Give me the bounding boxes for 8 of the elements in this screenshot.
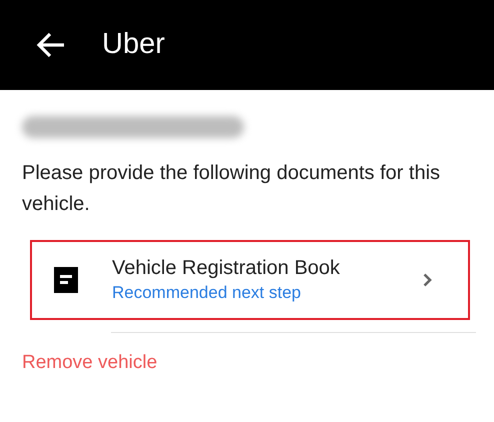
- document-title: Vehicle Registration Book: [112, 256, 341, 281]
- chevron-right-icon: [423, 273, 432, 287]
- app-title: Uber: [102, 27, 165, 62]
- document-item[interactable]: Vehicle Registration Book Recommended next step: [30, 240, 470, 320]
- document-status: Recommended next step: [112, 282, 302, 304]
- back-arrow-icon[interactable]: [36, 32, 66, 58]
- instructions-text: Please provide the following documents for this vehicle.: [22, 161, 442, 217]
- document-icon: [54, 267, 78, 293]
